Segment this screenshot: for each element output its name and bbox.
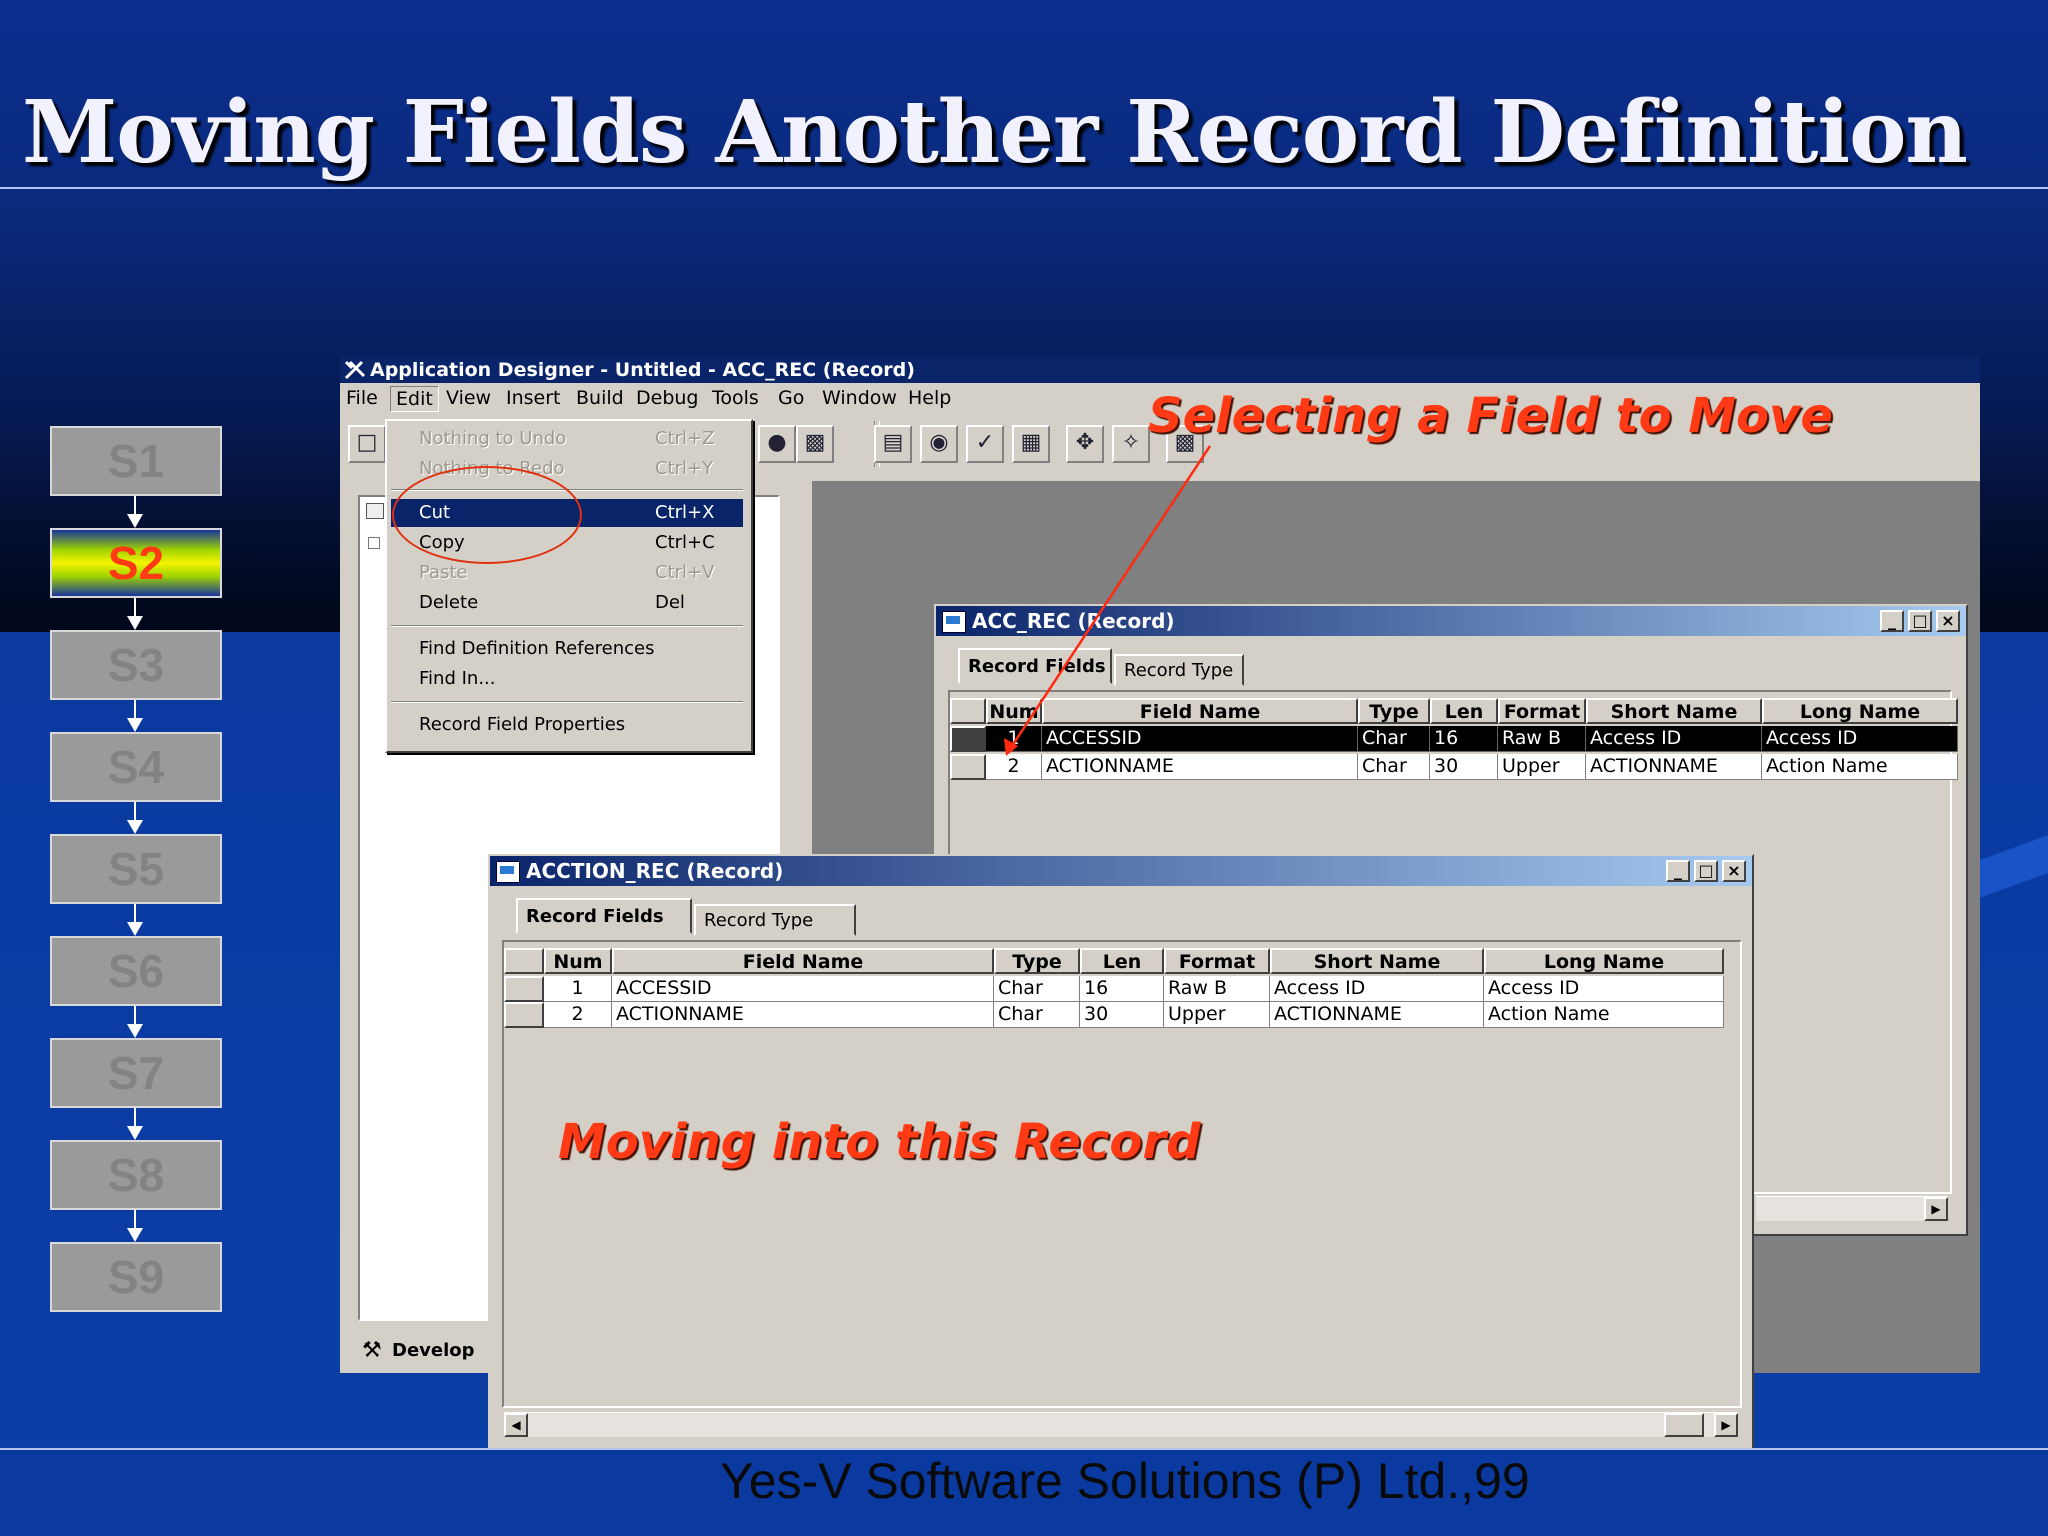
annotation-pointer	[1004, 445, 1212, 756]
annotation-selecting-field: Selecting a Field to Move	[1148, 388, 1833, 444]
annotation-moving-into-record: Moving into this Record	[558, 1114, 1201, 1170]
